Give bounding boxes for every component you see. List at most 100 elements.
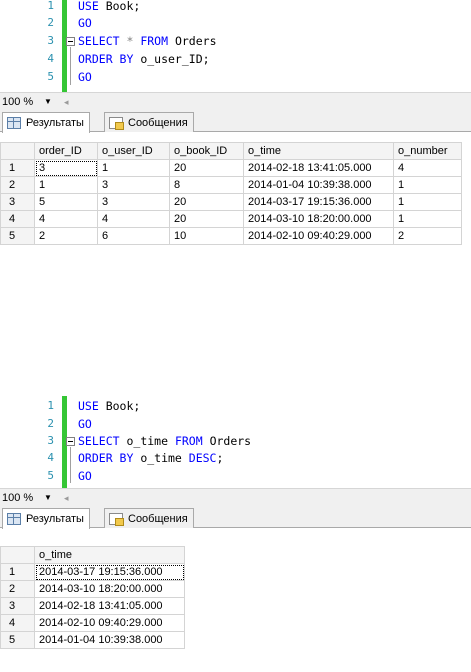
cell[interactable]: 5 [34, 193, 98, 211]
cell[interactable]: 2014-02-10 09:40:29.000 [243, 227, 394, 245]
tab-messages[interactable]: Сообщения [104, 112, 194, 132]
cell[interactable]: 2014-03-17 19:15:36.000 [34, 563, 185, 581]
cell[interactable]: 3 [97, 176, 170, 194]
column-header[interactable]: o_user_ID [97, 142, 170, 160]
zoom-level[interactable]: 100 % [2, 93, 33, 111]
zoom-bar: 100 % ▼ ◂ [0, 488, 471, 506]
tab-results[interactable]: Результаты [2, 508, 90, 529]
line-number: 1 [47, 399, 54, 412]
cell[interactable]: 20 [169, 210, 244, 228]
keyword: ORDER BY [78, 52, 134, 66]
column-header[interactable]: o_book_ID [169, 142, 244, 160]
cell[interactable]: 8 [169, 176, 244, 194]
row-number[interactable]: 3 [0, 193, 35, 211]
cell[interactable]: 3 [97, 193, 170, 211]
code-line: 2 GO [0, 416, 471, 432]
code-text: Book; [98, 399, 141, 413]
cell[interactable]: 4 [97, 210, 170, 228]
results-grid-icon [7, 513, 21, 525]
cell[interactable]: 20 [169, 159, 244, 177]
code-text: * [119, 34, 141, 48]
table-row[interactable]: 4 4 4 20 2014-03-10 18:20:00.000 1 [0, 210, 462, 228]
cell[interactable]: 10 [169, 227, 244, 245]
zoom-dropdown-icon[interactable]: ▼ [44, 93, 52, 111]
table-row[interactable]: 5 2014-01-04 10:39:38.000 [0, 631, 185, 649]
cell[interactable]: 4 [34, 210, 98, 228]
tab-messages[interactable]: Сообщения [104, 508, 194, 528]
query-panel-1: 1 USE Book; 2 GO 3 SELECT * FROM Orders … [0, 0, 471, 278]
table-row[interactable]: 2 2014-03-10 18:20:00.000 [0, 580, 185, 598]
cell[interactable]: 2014-02-10 09:40:29.000 [34, 614, 185, 632]
cell[interactable]: 4 [393, 159, 462, 177]
cell[interactable]: 3 [34, 159, 98, 177]
scroll-left-icon[interactable]: ◂ [64, 93, 69, 111]
line-number: 5 [47, 70, 54, 83]
code-text: ; [216, 451, 224, 465]
row-number[interactable]: 1 [0, 563, 35, 581]
sql-editor[interactable]: 1 USE Book; 2 GO 3 SELECT o_time FROM Or… [0, 396, 471, 488]
table-row[interactable]: 1 2014-03-17 19:15:36.000 [0, 563, 185, 581]
results-tabs: Результаты Сообщения [0, 110, 471, 133]
table-row[interactable]: 3 5 3 20 2014-03-17 19:15:36.000 1 [0, 193, 462, 211]
line-number: 5 [47, 469, 54, 482]
row-number[interactable]: 2 [0, 580, 35, 598]
row-number[interactable]: 2 [0, 176, 35, 194]
cell[interactable]: 2014-02-18 13:41:05.000 [34, 597, 185, 615]
column-header[interactable]: order_ID [34, 142, 98, 160]
keyword: USE [78, 0, 99, 13]
cell[interactable]: 1 [393, 193, 462, 211]
zoom-bar: 100 % ▼ ◂ [0, 92, 471, 110]
table-row[interactable]: 5 2 6 10 2014-02-10 09:40:29.000 2 [0, 227, 462, 245]
column-header[interactable]: o_time [243, 142, 394, 160]
keyword: GO [78, 469, 92, 483]
results-tabs: Результаты Сообщения [0, 506, 471, 529]
row-number[interactable]: 5 [0, 631, 35, 649]
cell[interactable]: 2014-02-18 13:41:05.000 [243, 159, 394, 177]
column-header[interactable]: o_number [393, 142, 462, 160]
keyword: SELECT [78, 434, 120, 448]
keyword: USE [78, 399, 99, 413]
cell[interactable]: 1 [97, 159, 170, 177]
cell[interactable]: 6 [97, 227, 170, 245]
keyword: GO [78, 70, 92, 84]
code-line: 5 GO [0, 69, 471, 85]
header-row: o_time [0, 546, 185, 564]
keyword: DESC [188, 451, 217, 465]
keyword: GO [78, 417, 92, 431]
code-line: 1 USE Book; [0, 398, 471, 414]
cell[interactable]: 2014-03-17 19:15:36.000 [243, 193, 394, 211]
cell[interactable]: 1 [34, 176, 98, 194]
zoom-level[interactable]: 100 % [2, 489, 33, 507]
cell[interactable]: 20 [169, 193, 244, 211]
tab-results[interactable]: Результаты [2, 112, 90, 133]
cell[interactable]: 2014-01-04 10:39:38.000 [34, 631, 185, 649]
table-row[interactable]: 2 1 3 8 2014-01-04 10:39:38.000 1 [0, 176, 462, 194]
sql-editor[interactable]: 1 USE Book; 2 GO 3 SELECT * FROM Orders … [0, 0, 471, 92]
cell[interactable]: 1 [393, 210, 462, 228]
table-row[interactable]: 1 3 1 20 2014-02-18 13:41:05.000 4 [0, 159, 462, 177]
row-number[interactable]: 5 [0, 227, 35, 245]
column-header[interactable]: o_time [34, 546, 185, 564]
cell[interactable]: 2 [393, 227, 462, 245]
row-number[interactable]: 4 [0, 614, 35, 632]
cell[interactable]: 2014-01-04 10:39:38.000 [243, 176, 394, 194]
code-line: 4 ORDER BY o_user_ID; [0, 51, 471, 67]
cell[interactable]: 2 [34, 227, 98, 245]
zoom-dropdown-icon[interactable]: ▼ [44, 489, 52, 507]
line-number: 4 [47, 451, 54, 464]
code-line: 1 USE Book; [0, 0, 471, 14]
cell[interactable]: 1 [393, 176, 462, 194]
table-row[interactable]: 4 2014-02-10 09:40:29.000 [0, 614, 185, 632]
table-row[interactable]: 3 2014-02-18 13:41:05.000 [0, 597, 185, 615]
cell[interactable]: 2014-03-10 18:20:00.000 [243, 210, 394, 228]
row-number[interactable]: 4 [0, 210, 35, 228]
row-header-corner [0, 546, 35, 564]
cell[interactable]: 2014-03-10 18:20:00.000 [34, 580, 185, 598]
scroll-left-icon[interactable]: ◂ [64, 489, 69, 507]
row-number[interactable]: 3 [0, 597, 35, 615]
messages-icon [109, 512, 124, 526]
keyword: GO [78, 16, 92, 30]
results-grid-icon [7, 117, 21, 129]
row-number[interactable]: 1 [0, 159, 35, 177]
query-panel-2: 1 USE Book; 2 GO 3 SELECT o_time FROM Or… [0, 396, 471, 672]
